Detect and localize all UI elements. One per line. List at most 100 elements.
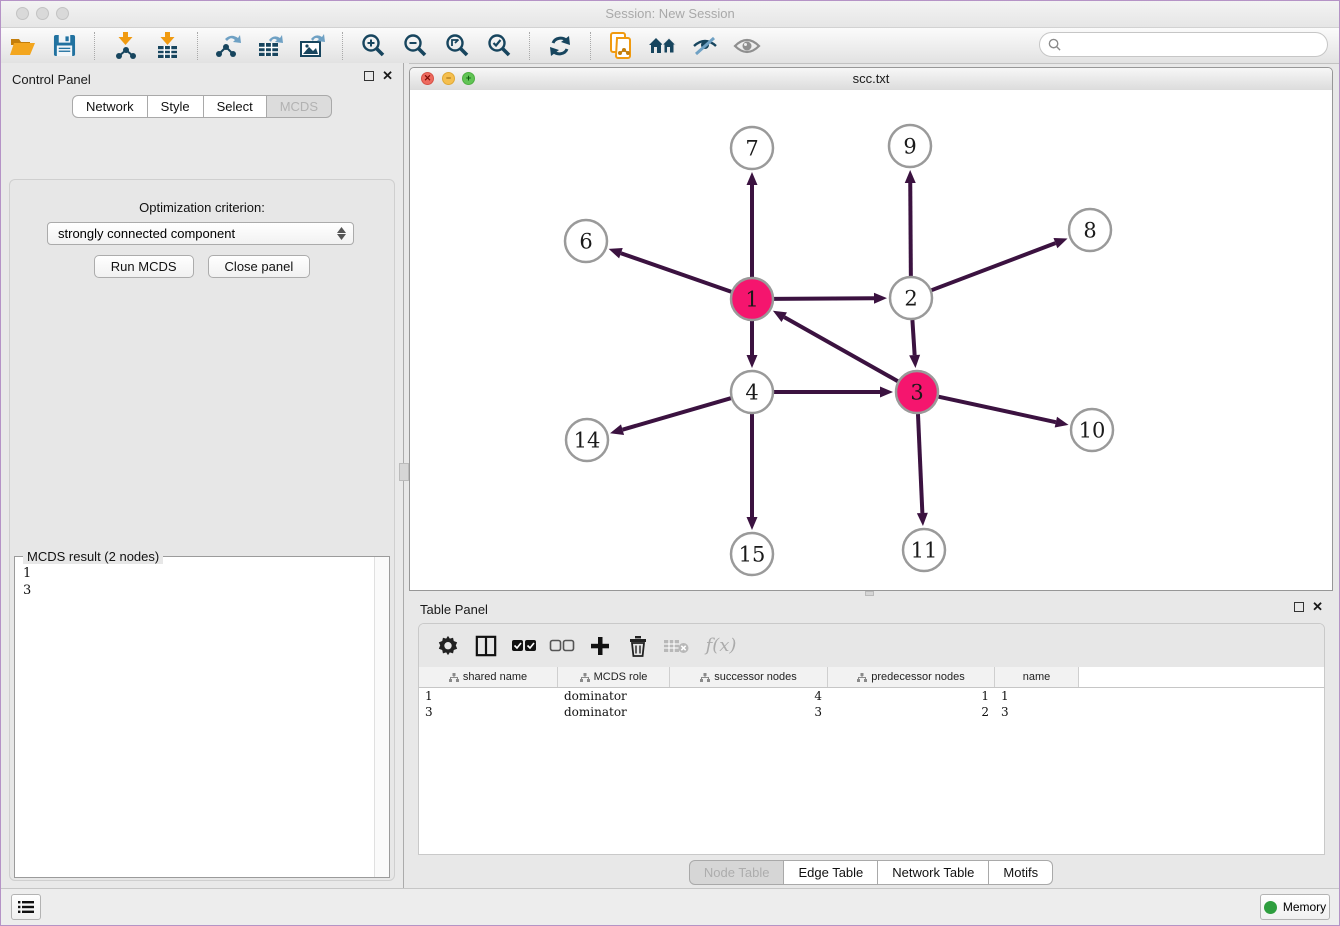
function-builder-icon[interactable]: f(x)	[699, 632, 743, 660]
tab-style[interactable]: Style	[148, 95, 204, 118]
delete-table-icon[interactable]	[661, 632, 691, 660]
graph-node-label: 3	[910, 381, 923, 405]
column-header-MCDS-role[interactable]: MCDS role	[558, 667, 670, 687]
column-header-predecessor-nodes[interactable]: predecessor nodes	[828, 667, 995, 687]
edge-arrowhead	[610, 424, 624, 435]
import-table-icon[interactable]	[151, 31, 183, 61]
edge-arrowhead	[1053, 238, 1067, 248]
table-container: f(x) shared nameMCDS rolesuccessor nodes…	[418, 623, 1325, 855]
application-window: Session: New Session	[0, 0, 1340, 926]
edge-arrowhead	[905, 170, 916, 183]
column-header-shared-name[interactable]: shared name	[419, 667, 558, 687]
settings-gear-icon[interactable]	[433, 632, 463, 660]
add-column-icon[interactable]	[585, 632, 615, 660]
edge-arrowhead	[1055, 417, 1069, 428]
network-window-titlebar[interactable]: ✕ − + scc.txt	[410, 68, 1332, 91]
table-panel: Table Panel ✕	[409, 596, 1333, 889]
close-panel-button[interactable]: Close panel	[208, 255, 311, 278]
control-panel-title: Control Panel	[12, 72, 91, 87]
tab-edge-table[interactable]: Edge Table	[784, 860, 878, 885]
zoom-fit-icon[interactable]	[441, 31, 473, 61]
search-input[interactable]	[1066, 36, 1319, 53]
table-panel-tabs: Node TableEdge TableNetwork TableMotifs	[409, 860, 1333, 885]
header-empty-space	[1079, 667, 1324, 687]
table-cell: 1	[828, 688, 995, 704]
network-canvas[interactable]: 7968124314101511	[410, 90, 1332, 590]
app-title: Session: New Session	[1, 6, 1339, 21]
export-table-icon[interactable]	[254, 31, 286, 61]
graph-edge-2-3[interactable]	[912, 320, 914, 355]
table-cell: 1	[995, 688, 1079, 704]
memory-label: Memory	[1283, 900, 1326, 914]
close-panel-icon[interactable]: ✕	[382, 71, 393, 81]
eye-hidden-icon[interactable]	[689, 31, 721, 61]
select-all-checkbox-icon[interactable]	[509, 632, 539, 660]
graph-node-label: 6	[579, 230, 592, 254]
eye-visible-icon[interactable]	[731, 31, 763, 61]
graph-edge-3-10[interactable]	[938, 397, 1055, 422]
control-panel-tabs: NetworkStyleSelectMCDS	[1, 95, 403, 118]
network-view-window: ✕ − + scc.txt 7968124314101511	[409, 67, 1333, 591]
sort-hierarchy-icon	[857, 673, 867, 682]
tab-mcds[interactable]: MCDS	[267, 95, 332, 118]
float-panel-icon[interactable]	[364, 71, 374, 81]
double-home-icon[interactable]	[647, 31, 679, 61]
graph-edge-1-2[interactable]	[774, 298, 874, 299]
refresh-view-icon[interactable]	[544, 31, 576, 61]
import-network-icon[interactable]	[109, 31, 141, 61]
zoom-selected-icon[interactable]	[483, 31, 515, 61]
graph-edge-1-6[interactable]	[621, 253, 731, 292]
edge-arrowhead	[747, 355, 758, 368]
result-scrollbar[interactable]	[374, 557, 389, 877]
criterion-select[interactable]: strongly connected component	[47, 222, 354, 245]
graph-edge-4-14[interactable]	[623, 398, 731, 430]
table-panel-title: Table Panel	[420, 602, 488, 617]
run-mcds-button[interactable]: Run MCDS	[94, 255, 194, 278]
column-header-successor-nodes[interactable]: successor nodes	[670, 667, 828, 687]
tab-network-table[interactable]: Network Table	[878, 860, 989, 885]
table-toolbar: f(x)	[419, 624, 1324, 667]
export-network-icon[interactable]	[212, 31, 244, 61]
task-history-button[interactable]	[11, 894, 41, 920]
zoom-in-icon[interactable]	[357, 31, 389, 61]
edge-arrowhead	[917, 513, 928, 526]
splitter-grip[interactable]	[399, 463, 409, 481]
show-column-icon[interactable]	[471, 632, 501, 660]
graph-node-label: 1	[745, 288, 758, 312]
table-cell: 1	[419, 688, 558, 704]
sort-hierarchy-icon	[580, 673, 590, 682]
graph-edge-2-8[interactable]	[932, 243, 1056, 290]
graph-node-label: 10	[1079, 419, 1106, 443]
delete-column-icon[interactable]	[623, 632, 653, 660]
app-titlebar[interactable]: Session: New Session	[1, 1, 1339, 28]
table-cell: dominator	[558, 688, 670, 704]
memory-button[interactable]: Memory	[1260, 894, 1330, 920]
graph-edge-3-1[interactable]	[784, 317, 898, 381]
tab-node-table[interactable]: Node Table	[689, 860, 785, 885]
tab-motifs[interactable]: Motifs	[989, 860, 1053, 885]
zoom-out-icon[interactable]	[399, 31, 431, 61]
float-panel-icon[interactable]	[1294, 602, 1304, 612]
table-cell: 3	[995, 704, 1079, 720]
toolbar-separator	[529, 32, 530, 60]
tab-select[interactable]: Select	[204, 95, 267, 118]
close-panel-icon[interactable]: ✕	[1312, 602, 1323, 612]
save-session-icon[interactable]	[48, 31, 80, 61]
deselect-all-checkbox-icon[interactable]	[547, 632, 577, 660]
network-document-icon[interactable]	[605, 31, 637, 61]
table-row[interactable]: 1dominator411	[419, 688, 1324, 704]
graph-edge-2-9[interactable]	[910, 183, 911, 276]
table-row[interactable]: 3dominator323	[419, 704, 1324, 720]
edge-arrowhead	[909, 355, 920, 368]
column-header-name[interactable]: name	[995, 667, 1079, 687]
status-bar: Memory	[1, 888, 1339, 925]
search-field[interactable]	[1039, 32, 1328, 57]
export-image-icon[interactable]	[296, 31, 328, 61]
toolbar-separator	[197, 32, 198, 60]
graph-edge-3-11[interactable]	[918, 414, 922, 513]
edge-arrowhead	[880, 387, 893, 398]
table-header-row: shared nameMCDS rolesuccessor nodesprede…	[419, 667, 1324, 688]
tab-network[interactable]: Network	[72, 95, 148, 118]
open-session-icon[interactable]	[6, 31, 38, 61]
table-cell: 3	[419, 704, 558, 720]
